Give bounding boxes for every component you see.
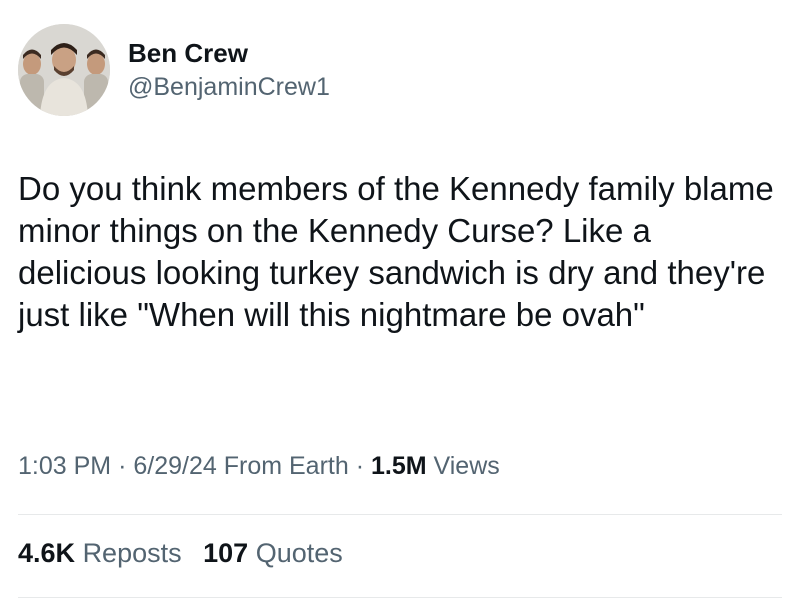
tweet-card: Ben Crew @BenjaminCrew1 Do you think mem…	[0, 0, 800, 600]
user-names: Ben Crew @BenjaminCrew1	[128, 37, 330, 103]
tweet-header: Ben Crew @BenjaminCrew1	[18, 24, 330, 116]
reposts-label: Reposts	[82, 538, 182, 568]
tweet-stats: 4.6K Reposts 107 Quotes	[18, 538, 357, 569]
user-handle[interactable]: @BenjaminCrew1	[128, 71, 330, 103]
quotes-count: 107	[203, 538, 249, 568]
avatar-image	[18, 24, 110, 116]
divider	[18, 514, 782, 515]
reposts-count: 4.6K	[18, 538, 76, 568]
tweet-meta: 1:03 PM · 6/29/24 From Earth · 1.5M View…	[18, 452, 500, 481]
tweet-source: From Earth	[223, 452, 349, 480]
avatar[interactable]	[18, 24, 110, 116]
display-name[interactable]: Ben Crew	[128, 37, 330, 69]
views-count: 1.5M	[370, 452, 427, 480]
reposts-stat[interactable]: 4.6K Reposts	[18, 538, 189, 568]
meta-separator: ·	[118, 452, 127, 480]
quotes-stat[interactable]: 107 Quotes	[203, 538, 343, 568]
views-label: Views	[433, 452, 500, 480]
meta-separator: ·	[355, 452, 365, 480]
divider	[18, 597, 782, 598]
quotes-label: Quotes	[255, 538, 343, 568]
tweet-date[interactable]: 6/29/24	[133, 452, 216, 480]
tweet-text: Do you think members of the Kennedy fami…	[18, 170, 774, 333]
tweet-time[interactable]: 1:03 PM	[18, 452, 111, 480]
